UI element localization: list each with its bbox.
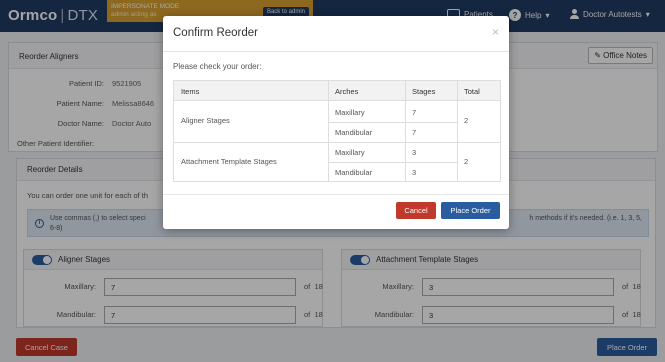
modal-divider: [163, 194, 509, 195]
table-cell-arch: Maxillary: [335, 148, 365, 157]
table-cell-stage: 3: [412, 168, 417, 177]
table-header-items: Items: [174, 81, 328, 101]
table-cell-stage: 3: [412, 148, 417, 157]
table-header-stages: Stages: [405, 81, 457, 101]
modal-divider: [163, 51, 509, 52]
table-header-total: Total: [457, 81, 500, 101]
modal-title: Confirm Reorder: [173, 27, 258, 39]
table-cell-arch: Mandibular: [335, 168, 373, 177]
table-cell-item: Aligner Stages: [181, 116, 230, 125]
modal-cancel-button[interactable]: Cancel: [396, 202, 436, 219]
table-cell-stage: 7: [412, 128, 417, 137]
table-cell-total: 2: [464, 116, 469, 125]
table-header-arches: Arches: [328, 81, 405, 101]
modal-subtitle: Please check your order:: [173, 62, 262, 71]
modal-place-order-button[interactable]: Place Order: [441, 202, 500, 219]
table-cell-stage: 7: [412, 108, 417, 117]
table-cell-arch: Mandibular: [335, 128, 373, 137]
table-cell-total: 2: [464, 157, 469, 166]
confirm-reorder-modal: Confirm Reorder × Please check your orde…: [163, 16, 509, 229]
table-cell-item: Attachment Template Stages: [181, 157, 277, 166]
table-cell-arch: Maxillary: [335, 108, 365, 117]
close-icon[interactable]: ×: [492, 25, 499, 39]
order-table: Items Arches Stages Total Aligner Stages…: [173, 80, 501, 182]
